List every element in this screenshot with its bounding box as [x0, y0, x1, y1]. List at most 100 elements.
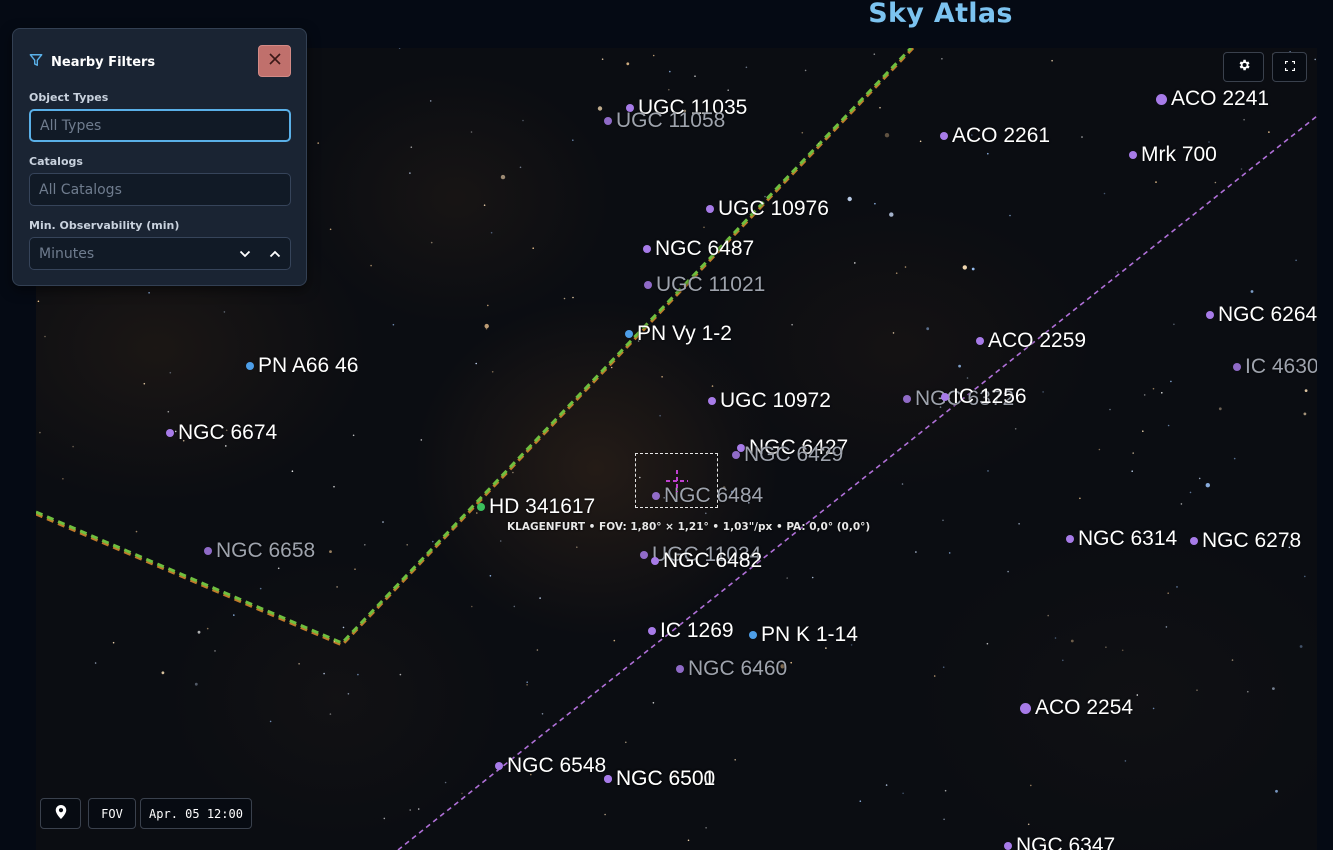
sky-object-label: NGC 6429	[744, 443, 844, 466]
sky-object-label: NGC 6460	[688, 657, 788, 680]
sky-object-label: ACO 2254	[1035, 696, 1134, 719]
sky-object-label: NGC 6482	[663, 549, 763, 572]
sky-object-marker[interactable]: PN Vy 1-2	[625, 322, 732, 346]
sky-object-marker[interactable]: NGC 6658	[204, 539, 315, 563]
filters-header: Nearby Filters	[29, 53, 155, 72]
sky-object-marker[interactable]: ACO 2259	[976, 329, 1086, 353]
galaxy-marker-icon	[1206, 311, 1214, 319]
sky-object-marker[interactable]: NGC 6314	[1066, 527, 1177, 551]
galaxy-marker-icon	[941, 393, 949, 401]
nearby-filters-panel: Nearby Filters Object Types Catalogs Min…	[12, 28, 307, 286]
sky-object-marker[interactable]: NGC 6347	[1004, 834, 1115, 850]
galaxy-marker-icon	[706, 205, 714, 213]
galaxy-marker-icon	[644, 281, 652, 289]
galaxy-marker-icon	[648, 627, 656, 635]
sky-atlas-app: Sky Atlas UGC 11035 UGC 11058 ACO 2241 ACO …	[0, 0, 1333, 850]
crosshair-icon	[666, 470, 688, 492]
fullscreen-icon	[1284, 58, 1295, 76]
galaxy-marker-icon	[495, 762, 503, 770]
sky-object-marker[interactable]: HD 341617	[477, 495, 595, 519]
close-filters-button[interactable]	[258, 45, 291, 77]
chevron-up-icon[interactable]	[260, 238, 290, 269]
galaxy-marker-icon	[204, 547, 212, 555]
sky-object-marker[interactable]: IC 1256	[941, 385, 1027, 409]
object-types-input[interactable]	[29, 109, 291, 142]
sky-object-label: ACO 2241	[1171, 87, 1270, 110]
fullscreen-button[interactable]	[1272, 52, 1307, 82]
min-observability-stepper	[29, 237, 291, 270]
sky-object-marker[interactable]: UGC 11021	[644, 273, 765, 297]
galaxy-marker-icon	[940, 132, 948, 140]
catalogs-input[interactable]	[29, 173, 291, 206]
sky-object-label: UGC 10976	[718, 197, 829, 220]
sky-object-label: NGC 6347	[1016, 834, 1116, 850]
galaxy-marker-icon	[643, 245, 651, 253]
sky-object-label: NGC 6658	[216, 539, 316, 562]
galaxy-marker-icon	[676, 665, 684, 673]
sky-object-marker[interactable]: NGC 6548	[495, 754, 606, 778]
sky-object-marker[interactable]: UGC 11058	[604, 109, 725, 133]
galaxy-marker-icon	[976, 337, 984, 345]
sky-object-label: NGC 6501	[616, 767, 716, 790]
sky-object-label: NGC 6487	[655, 237, 755, 260]
location-button[interactable]	[40, 798, 81, 829]
galaxy-marker-icon	[604, 117, 612, 125]
gear-icon	[1237, 58, 1251, 77]
sky-object-marker[interactable]: NGC 6487	[643, 237, 754, 261]
sky-object-marker[interactable]: NGC 6460	[676, 657, 787, 681]
galaxy-marker-icon	[732, 451, 740, 459]
sky-object-marker[interactable]: ACO 2241	[1156, 87, 1269, 111]
close-icon	[268, 52, 282, 71]
galaxy-marker-icon	[1004, 842, 1012, 850]
star-marker-icon	[477, 503, 485, 511]
sky-object-marker[interactable]: NGC 6674	[166, 421, 277, 445]
location-pin-icon	[55, 805, 67, 822]
sky-object-marker[interactable]: NGC 6482	[651, 549, 762, 573]
nebula-marker-icon	[625, 330, 633, 338]
object-types-label: Object Types	[29, 91, 109, 104]
settings-button[interactable]	[1223, 52, 1264, 82]
chevron-down-icon[interactable]	[230, 238, 260, 269]
ecliptic-line	[397, 115, 1317, 850]
sky-object-marker[interactable]: PN K 1-14	[749, 623, 858, 647]
galaxy-marker-icon	[1129, 151, 1137, 159]
datetime-button[interactable]: Apr. 05 12:00	[140, 798, 252, 829]
sky-object-label: UGC 11058	[616, 109, 726, 132]
galaxy-marker-icon	[604, 775, 612, 783]
sky-object-label: NGC 6548	[507, 754, 607, 777]
galaxy-marker-icon	[1020, 702, 1031, 714]
sky-object-label: IC 1256	[953, 385, 1027, 408]
galaxy-marker-icon	[1190, 537, 1198, 545]
sky-object-marker[interactable]: UGC 10976	[706, 197, 829, 221]
sky-object-marker[interactable]: NGC 6501	[604, 767, 715, 791]
sky-object-marker[interactable]: UGC 10972	[708, 389, 831, 413]
fov-info-text: KLAGENFURT • FOV: 1,80° × 1,21° • 1,03"/…	[507, 521, 871, 533]
sky-object-marker[interactable]: NGC 6278	[1190, 529, 1301, 553]
sky-object-label: NGC 6674	[178, 421, 278, 444]
min-observability-label: Min. Observability (min)	[29, 219, 180, 232]
filters-title: Nearby Filters	[51, 55, 156, 70]
sky-object-marker[interactable]: Mrk 700	[1129, 143, 1217, 167]
sky-object-label: PN Vy 1-2	[637, 322, 732, 345]
min-observability-input[interactable]	[30, 238, 230, 269]
galaxy-marker-icon	[1156, 93, 1167, 105]
fov-button[interactable]: FOV	[88, 798, 136, 829]
sky-object-marker[interactable]: NGC 6264	[1206, 303, 1317, 327]
sky-object-label: NGC 6278	[1202, 529, 1302, 552]
sky-object-marker[interactable]: IC 1269	[648, 619, 734, 643]
filter-icon	[29, 53, 43, 72]
sky-object-label: IC 1269	[660, 619, 734, 642]
sky-object-label: UGC 11021	[656, 273, 766, 296]
galaxy-marker-icon	[166, 429, 174, 437]
sky-object-marker[interactable]: NGC 6429	[732, 443, 843, 467]
nebula-marker-icon	[749, 631, 757, 639]
sky-object-marker[interactable]: IC 4630	[1233, 355, 1317, 379]
sky-object-label: ACO 2261	[952, 124, 1051, 147]
sky-object-label: PN A66 46	[258, 354, 359, 377]
sky-object-marker[interactable]: PN A66 46	[246, 354, 358, 378]
sky-object-marker[interactable]: ACO 2254	[1020, 696, 1133, 720]
sky-object-label: IC 4630	[1245, 355, 1317, 378]
galaxy-marker-icon	[903, 395, 911, 403]
sky-object-label: NGC 6264	[1218, 303, 1317, 326]
sky-object-marker[interactable]: ACO 2261	[940, 124, 1050, 148]
